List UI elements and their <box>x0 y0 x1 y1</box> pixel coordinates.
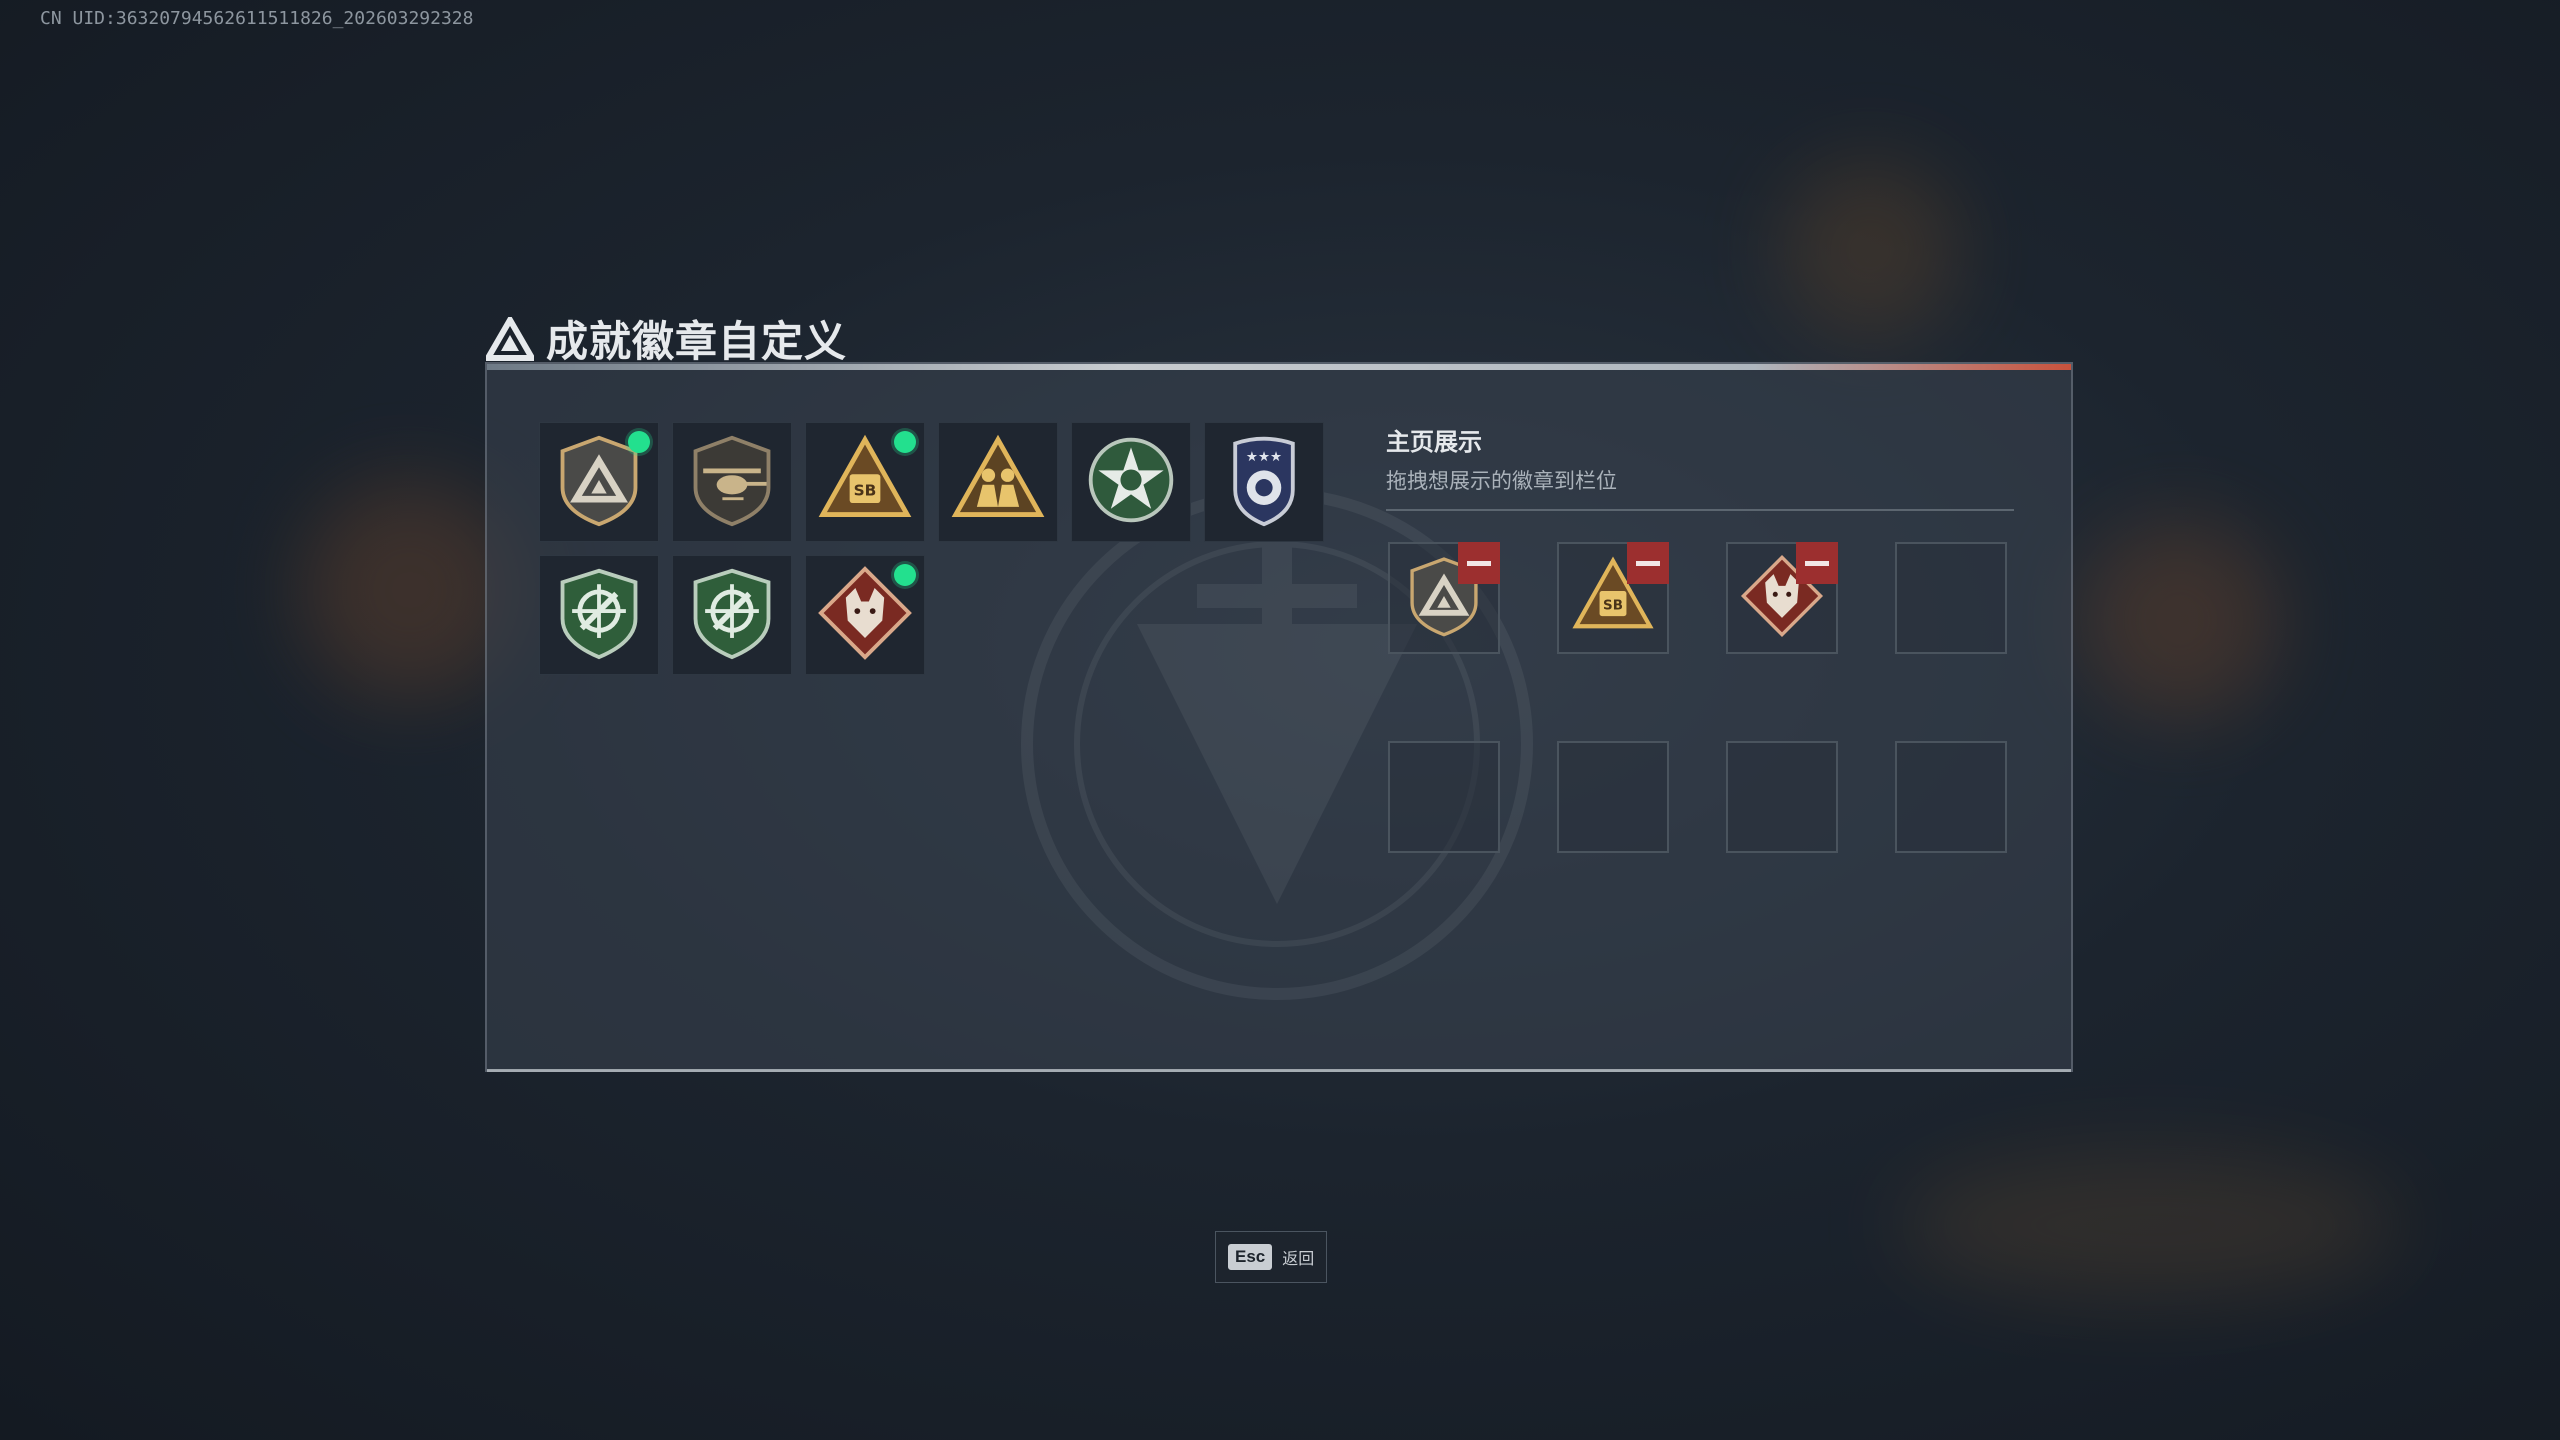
remove-badge-button[interactable] <box>1796 542 1838 584</box>
blue-police-badge-icon: ★★★ <box>1216 432 1312 533</box>
badge-cell[interactable] <box>539 555 659 675</box>
showcase-slot-3[interactable] <box>1726 542 1838 654</box>
badge-cell[interactable] <box>805 555 925 675</box>
showcase-slot-7[interactable] <box>1726 741 1838 853</box>
showcase-slot-6[interactable] <box>1557 741 1669 853</box>
background-glow <box>1780 160 1960 340</box>
page-header: 成就徽章自定义 <box>486 308 847 369</box>
badge-cell[interactable] <box>672 422 792 542</box>
badge-cell[interactable]: ★★★ <box>1204 422 1324 542</box>
triangle-logo-icon <box>486 316 534 361</box>
showcase-slots: SB <box>1388 542 2007 853</box>
badge-cell[interactable] <box>539 422 659 542</box>
showcase-subtitle: 拖拽想展示的徽章到栏位 <box>1386 470 1617 493</box>
showcase-slot-4[interactable] <box>1895 542 2007 654</box>
svg-text:★★★: ★★★ <box>1246 448 1282 463</box>
badge-cell[interactable] <box>672 555 792 675</box>
green-crosshair-badge-2-icon <box>684 565 780 666</box>
showcase-title: 主页展示 <box>1386 429 1482 456</box>
badge-cell[interactable] <box>938 422 1058 542</box>
showcase-slot-2[interactable]: SB <box>1557 542 1669 654</box>
badge-collection-grid: SB ★★★ <box>539 422 1324 675</box>
panel-top-bar <box>487 364 2071 370</box>
panel-bottom-line <box>487 1069 2071 1072</box>
remove-badge-button[interactable] <box>1458 542 1500 584</box>
showcase-divider <box>1386 509 2014 511</box>
svg-text:SB: SB <box>854 481 877 499</box>
badge-cell[interactable]: SB <box>805 422 925 542</box>
showcase-slot-5[interactable] <box>1388 741 1500 853</box>
page-title: 成就徽章自定义 <box>546 317 848 366</box>
selected-indicator-dot <box>628 431 650 453</box>
soldier-triangle-badge-icon <box>950 432 1046 533</box>
background-glow <box>2080 520 2280 720</box>
uid-text: CN UID:3632079456261151182​6_20260329232… <box>40 8 474 29</box>
svg-text:SB: SB <box>1603 598 1623 613</box>
green-crosshair-badge-1-icon <box>551 565 647 666</box>
showcase-header: 主页展示 拖拽想展示的徽章到栏位 <box>1386 422 2014 511</box>
back-label: 返回 <box>1282 1251 1315 1268</box>
selected-indicator-dot <box>894 431 916 453</box>
remove-badge-button[interactable] <box>1627 542 1669 584</box>
background-glow <box>1900 1150 2400 1300</box>
showcase-slot-8[interactable] <box>1895 741 2007 853</box>
esc-key-hint: Esc <box>1228 1244 1273 1270</box>
badge-cell[interactable] <box>1071 422 1191 542</box>
selected-indicator-dot <box>894 564 916 586</box>
showcase-slot-1[interactable] <box>1388 542 1500 654</box>
badge-customization-panel: SB ★★★ 主页展示 拖拽想展示的徽章到栏位 SB <box>485 362 2073 1072</box>
green-star-badge-icon <box>1083 432 1179 533</box>
back-button[interactable]: Esc 返回 <box>1215 1231 1328 1283</box>
helicopter-badge-icon <box>684 432 780 533</box>
